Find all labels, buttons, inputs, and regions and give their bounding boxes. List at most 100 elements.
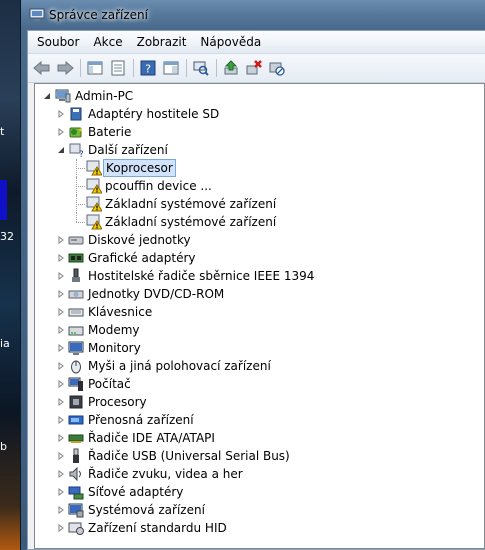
device-tree-pane[interactable]: Admin-PC Adaptéry hostitele SD Baterie? Da… xyxy=(34,83,485,549)
tree-category[interactable]: Grafické adaptéry xyxy=(35,249,484,267)
warning-device-icon xyxy=(86,214,102,230)
tree-connector xyxy=(76,168,85,169)
forward-button[interactable] xyxy=(55,58,75,78)
tree-category[interactable]: Procesory xyxy=(35,393,484,411)
menu-soubor[interactable]: Soubor xyxy=(30,33,86,51)
menu-zobrazit[interactable]: Zobrazit xyxy=(130,33,194,51)
expand-arrow-icon[interactable] xyxy=(57,452,65,460)
disable-button[interactable] xyxy=(267,58,287,78)
tree-category[interactable]: Zařízení standardu HID xyxy=(35,519,484,537)
expand-arrow-icon[interactable] xyxy=(57,236,65,244)
device-tree: Admin-PC Adaptéry hostitele SD Baterie? Da… xyxy=(35,84,484,537)
device-manager-window: Správce zařízení Soubor Akce Zobrazit Ná… xyxy=(20,0,485,550)
menu-akce[interactable]: Akce xyxy=(86,33,129,51)
tree-item-label: pcouffin device ... xyxy=(105,179,212,193)
expand-arrow-icon[interactable] xyxy=(57,308,65,316)
tree-item-label: Další zařízení xyxy=(88,143,168,157)
desktop-label-fragment: 32 xyxy=(0,230,14,243)
processor-icon xyxy=(69,395,83,409)
toolbar-separator xyxy=(186,59,187,77)
collapse-arrow-icon[interactable] xyxy=(43,92,51,100)
tree-device[interactable]: Základní systémové zařízení xyxy=(35,213,484,231)
tree-category[interactable]: ? Další zařízení xyxy=(35,141,484,159)
monitor-icon xyxy=(68,341,84,355)
expand-arrow-icon[interactable] xyxy=(57,488,65,496)
expand-arrow-icon[interactable] xyxy=(57,398,65,406)
expand-arrow-icon[interactable] xyxy=(57,254,65,262)
expand-arrow-icon[interactable] xyxy=(57,434,65,442)
tree-category[interactable]: Řadiče USB (Universal Serial Bus) xyxy=(35,447,484,465)
expand-arrow-icon[interactable] xyxy=(57,506,65,514)
help-button[interactable]: ? xyxy=(138,58,158,78)
expand-arrow-icon[interactable] xyxy=(57,470,65,478)
help-icon: ? xyxy=(140,60,156,76)
desktop-background: t 32 ia b xyxy=(0,0,20,550)
scan-hardware-button[interactable] xyxy=(191,58,211,78)
expand-arrow-icon[interactable] xyxy=(57,272,65,280)
expand-arrow-icon[interactable] xyxy=(57,326,65,334)
tree-device[interactable]: Koprocesor xyxy=(35,159,484,177)
tree-item-label: Síťové adaptéry xyxy=(88,485,184,499)
tree-item-label: Monitory xyxy=(88,341,141,355)
tree-category[interactable]: Diskové jednotky xyxy=(35,231,484,249)
show-hide-button[interactable] xyxy=(161,58,181,78)
expand-arrow-icon[interactable] xyxy=(57,110,65,118)
expand-arrow-icon[interactable] xyxy=(57,128,65,136)
system-device-icon xyxy=(68,503,84,518)
mouse-icon xyxy=(71,360,81,374)
toolbar: ? xyxy=(28,54,485,83)
tree-device[interactable]: Základní systémové zařízení xyxy=(35,195,484,213)
tree-category[interactable]: Přenosná zařízení xyxy=(35,411,484,429)
toolbar-separator xyxy=(216,59,217,77)
battery-icon xyxy=(69,127,82,138)
tree-category[interactable]: Baterie xyxy=(35,123,484,141)
network-adapter-icon xyxy=(68,486,84,500)
expand-arrow-icon[interactable] xyxy=(57,362,65,370)
tree-category[interactable]: Klávesnice xyxy=(35,303,484,321)
collapse-arrow-icon[interactable] xyxy=(57,146,65,154)
tree-category[interactable]: Myši a jiná polohovací zařízení xyxy=(35,357,484,375)
update-driver-button[interactable] xyxy=(221,58,241,78)
tree-device[interactable]: pcouffin device ... xyxy=(35,177,484,195)
computer-icon xyxy=(55,89,71,103)
tree-item-label: Grafické adaptéry xyxy=(88,251,196,265)
tree-category[interactable]: Modemy xyxy=(35,321,484,339)
console-tree-button[interactable] xyxy=(85,58,105,78)
forward-icon xyxy=(57,60,74,76)
tree-category[interactable]: Řadiče IDE ATA/ATAPI xyxy=(35,429,484,447)
usb-icon xyxy=(73,448,79,463)
tree-category[interactable]: Řadiče zvuku, videa a her xyxy=(35,465,484,483)
tree-connector xyxy=(76,222,85,223)
expand-arrow-icon[interactable] xyxy=(57,416,65,424)
back-button[interactable] xyxy=(32,58,52,78)
menu-napoveda[interactable]: Nápověda xyxy=(193,33,268,51)
sd-host-icon xyxy=(70,107,82,121)
tree-category[interactable]: Počítač xyxy=(35,375,484,393)
tree-root[interactable]: Admin-PC xyxy=(35,87,484,105)
uninstall-button[interactable] xyxy=(244,58,264,78)
expand-arrow-icon[interactable] xyxy=(57,290,65,298)
tree-category[interactable]: Monitory xyxy=(35,339,484,357)
tree-category[interactable]: Systémová zařízení xyxy=(35,501,484,519)
expand-arrow-icon[interactable] xyxy=(57,524,65,532)
computer-icon xyxy=(68,377,83,391)
tree-connector xyxy=(76,204,85,205)
expand-arrow-icon[interactable] xyxy=(57,344,65,352)
desktop-icon-fragment xyxy=(0,180,7,220)
tree-category[interactable]: Hostitelské řadiče sběrnice IEEE 1394 xyxy=(35,267,484,285)
properties-button[interactable] xyxy=(108,58,128,78)
other-devices-icon: ? xyxy=(69,143,84,158)
tree-item-label: Jednotky DVD/CD-ROM xyxy=(88,287,225,301)
display-adapter-icon xyxy=(68,253,84,263)
modem-icon xyxy=(68,326,84,336)
hid-icon xyxy=(68,522,84,535)
expand-arrow-icon[interactable] xyxy=(57,380,65,388)
tree-category[interactable]: Adaptéry hostitele SD xyxy=(35,105,484,123)
tree-item-label: Řadiče IDE ATA/ATAPI xyxy=(88,431,215,445)
tree-category[interactable]: Síťové adaptéry xyxy=(35,483,484,501)
tree-category[interactable]: Jednotky DVD/CD-ROM xyxy=(35,285,484,303)
window-client-area: Soubor Akce Zobrazit Nápověda ? Admin-PC… xyxy=(27,30,485,550)
tree-item-label: Řadiče USB (Universal Serial Bus) xyxy=(88,449,290,463)
title-bar[interactable]: Správce zařízení xyxy=(21,0,485,30)
show-hide-icon xyxy=(163,61,179,75)
